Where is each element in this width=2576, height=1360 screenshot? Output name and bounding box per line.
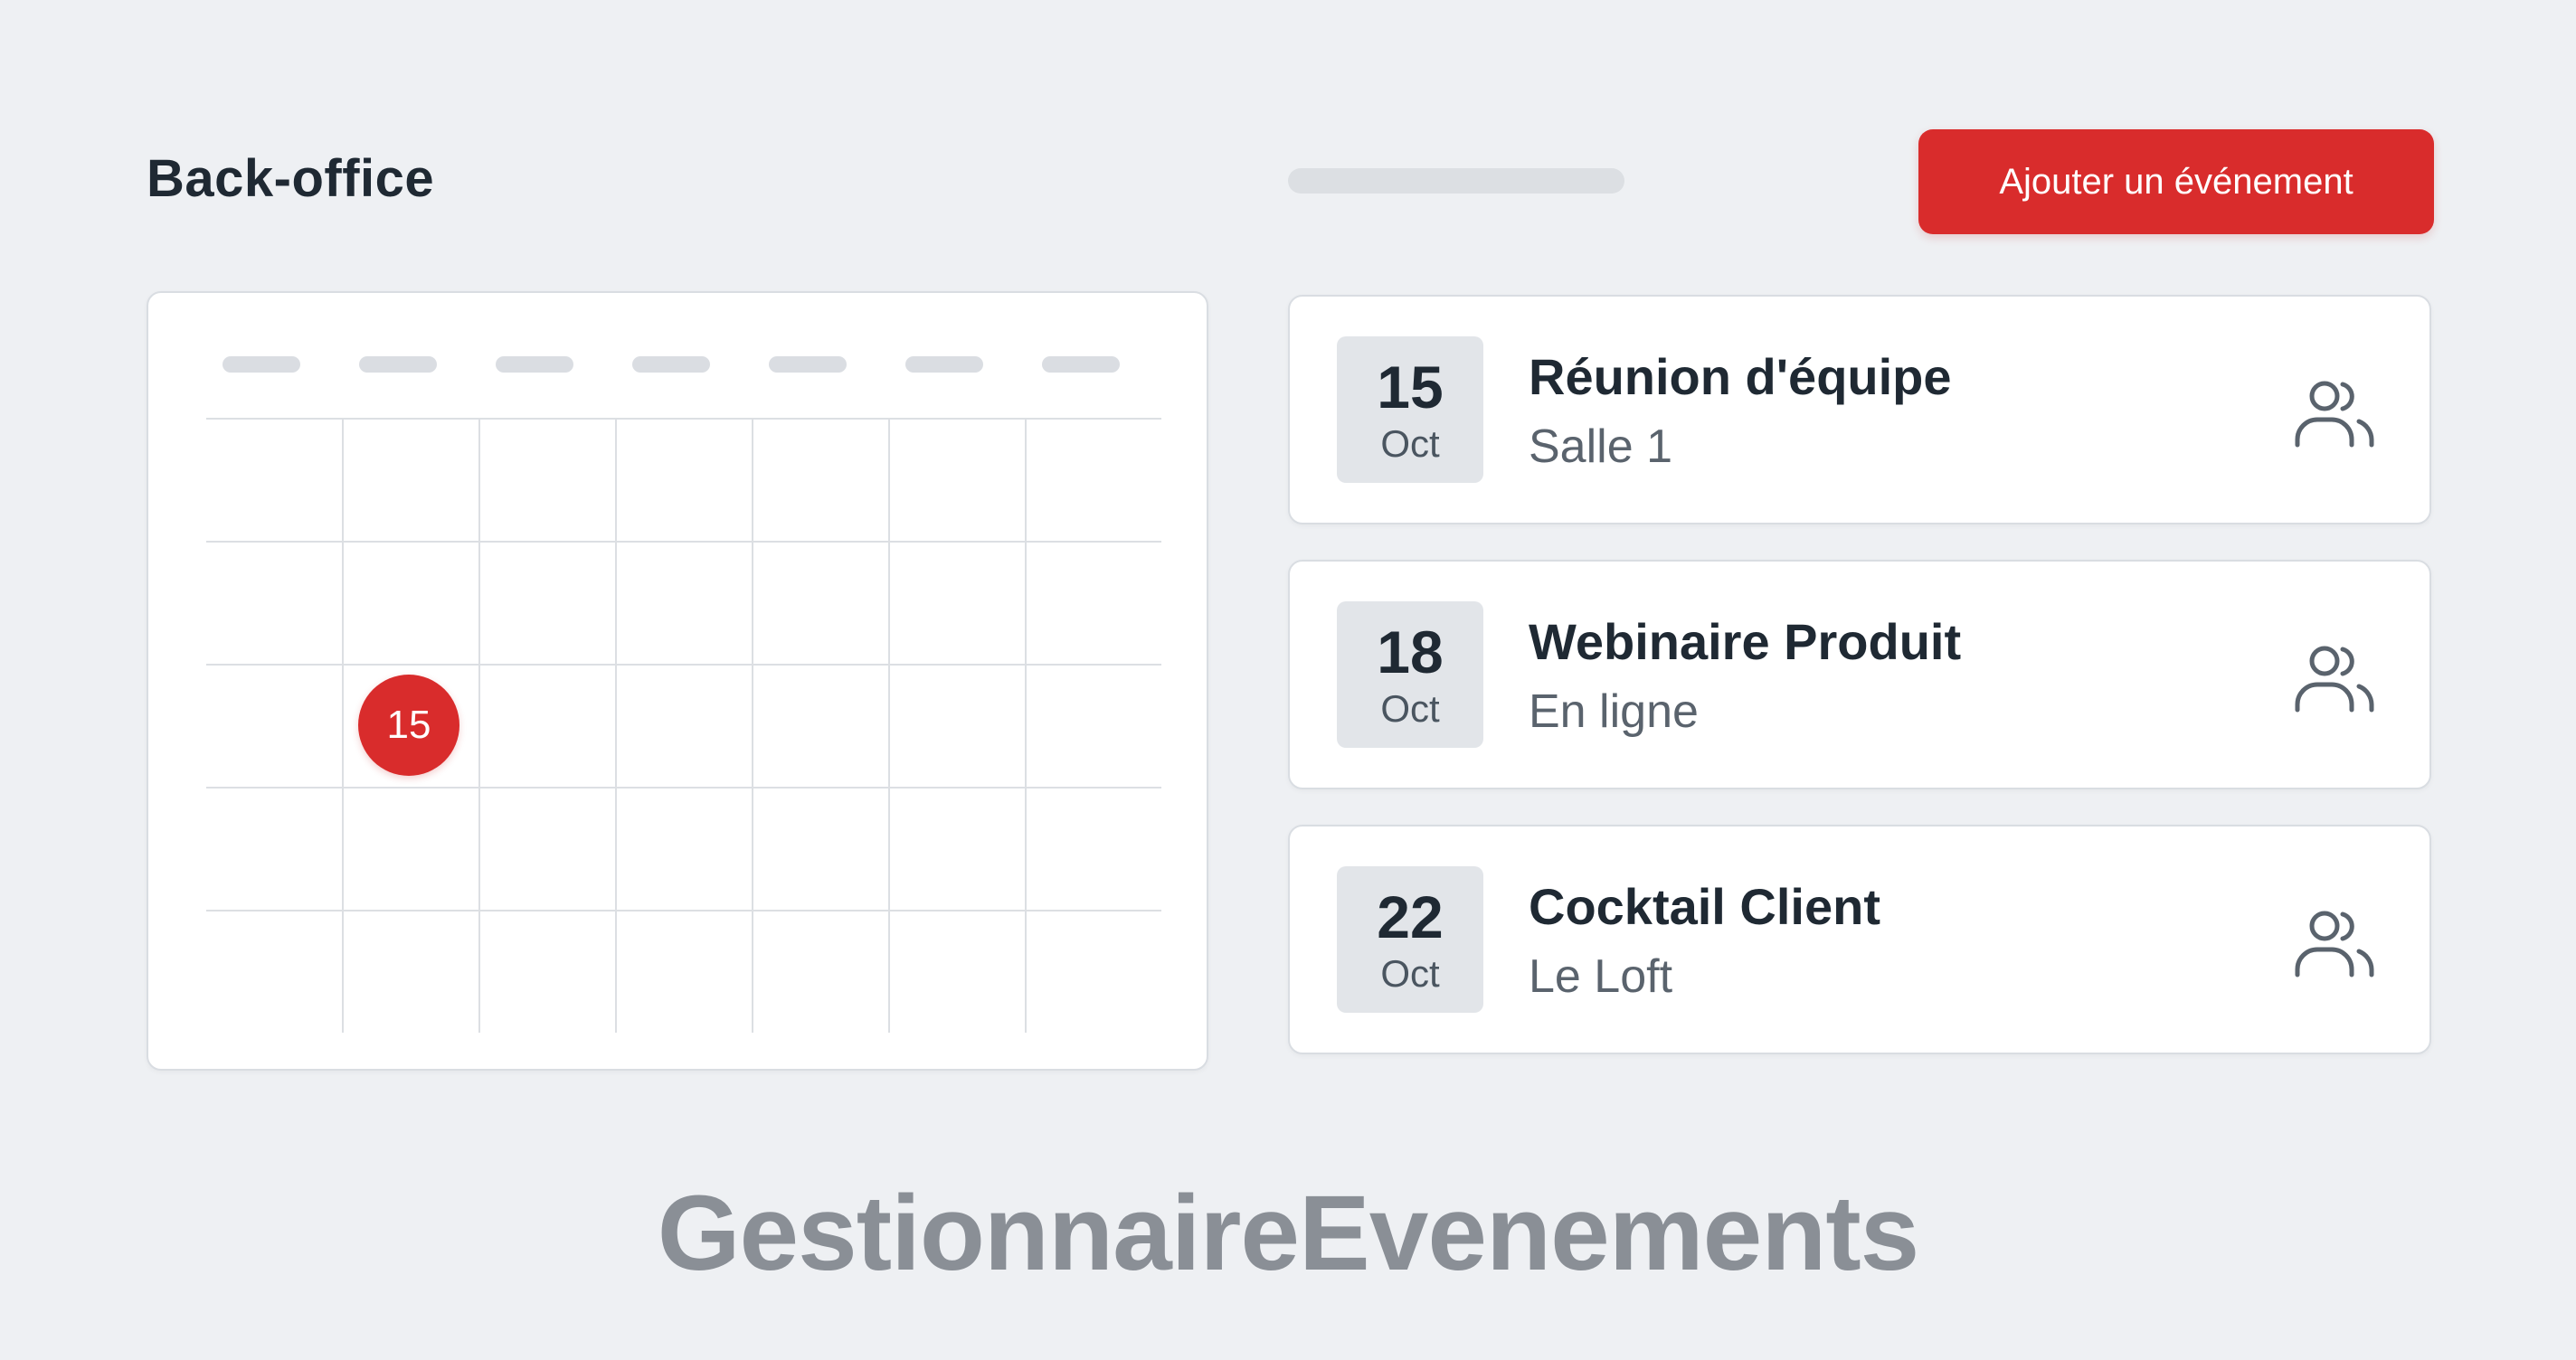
event-card[interactable]: 22 Oct Cocktail Client Le Loft <box>1288 825 2431 1054</box>
grid-line <box>206 541 1161 543</box>
add-event-button[interactable]: Ajouter un événement <box>1918 129 2434 234</box>
event-list: 15 Oct Réunion d'équipe Salle 1 18 Oct W… <box>1288 295 2431 1090</box>
grid-line <box>206 664 1161 666</box>
grid-line <box>752 418 753 1033</box>
event-day: 22 <box>1377 883 1444 950</box>
event-month: Oct <box>1380 687 1440 730</box>
users-icon[interactable] <box>2290 641 2377 713</box>
event-month: Oct <box>1380 422 1440 465</box>
calendar-weekday-header <box>206 356 1161 374</box>
calendar-card: 15 <box>147 291 1208 1071</box>
event-location: Le Loft <box>1529 950 1673 1003</box>
selected-day-marker[interactable]: 15 <box>358 675 459 776</box>
event-title: Cocktail Client <box>1529 878 1880 935</box>
weekday-placeholder <box>496 356 573 373</box>
event-location: Salle 1 <box>1529 420 1672 473</box>
grid-line <box>206 910 1161 911</box>
weekday-placeholder <box>905 356 983 373</box>
event-card[interactable]: 15 Oct Réunion d'équipe Salle 1 <box>1288 295 2431 524</box>
grid-line <box>1025 418 1027 1033</box>
header-placeholder-bar <box>1288 168 1624 194</box>
event-title: Webinaire Produit <box>1529 613 1962 670</box>
grid-line <box>342 418 344 1033</box>
event-date-badge: 18 Oct <box>1337 601 1483 748</box>
grid-line <box>206 418 1161 420</box>
weekday-placeholder <box>632 356 710 373</box>
users-icon[interactable] <box>2290 376 2377 449</box>
event-month: Oct <box>1380 952 1440 995</box>
weekday-placeholder <box>1042 356 1120 373</box>
calendar-grid[interactable] <box>206 418 1161 1033</box>
weekday-placeholder <box>769 356 847 373</box>
event-title: Réunion d'équipe <box>1529 348 1952 405</box>
weekday-placeholder <box>359 356 437 373</box>
users-icon[interactable] <box>2290 906 2377 978</box>
event-day: 18 <box>1377 619 1444 685</box>
grid-line <box>206 787 1161 789</box>
event-date-badge: 22 Oct <box>1337 866 1483 1013</box>
page-title: Back-office <box>147 149 435 208</box>
grid-line <box>615 418 617 1033</box>
weekday-placeholder <box>223 356 300 373</box>
event-day: 15 <box>1377 354 1444 420</box>
footer-brand: GestionnaireEvenements <box>657 1174 1920 1293</box>
grid-line <box>888 418 890 1033</box>
event-date-badge: 15 Oct <box>1337 336 1483 483</box>
event-location: En ligne <box>1529 685 1699 738</box>
event-card[interactable]: 18 Oct Webinaire Produit En ligne <box>1288 560 2431 789</box>
grid-line <box>478 418 480 1033</box>
